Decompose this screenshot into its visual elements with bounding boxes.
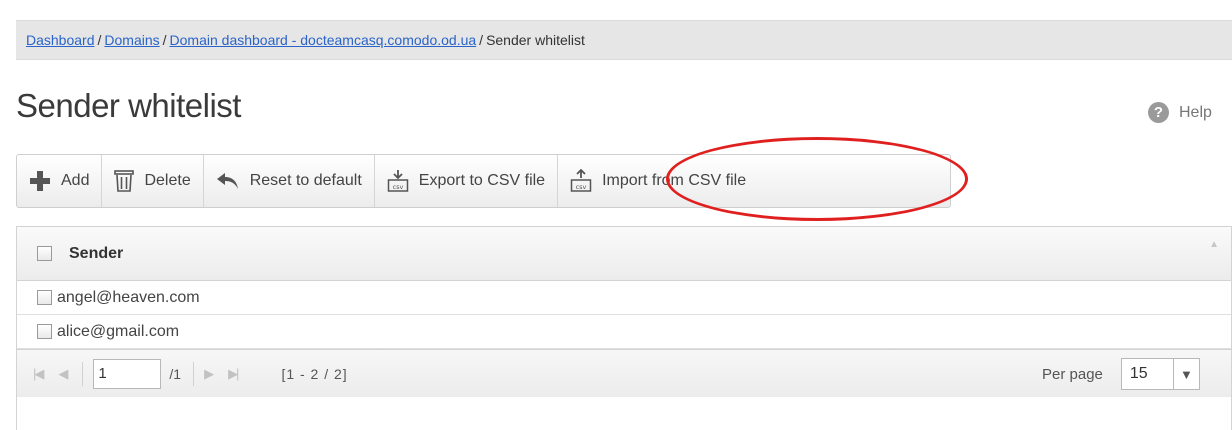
next-page-icon[interactable]: ▶ xyxy=(204,366,214,382)
help-link[interactable]: ? Help xyxy=(1148,102,1212,123)
first-page-icon[interactable]: |◀ xyxy=(33,366,44,382)
toolbar: Add Delete Reset to default csv Export t… xyxy=(16,154,951,208)
page-number-input[interactable] xyxy=(93,358,162,389)
table-row[interactable]: alice@gmail.com xyxy=(17,315,1231,349)
chevron-down-icon[interactable]: ▼ xyxy=(1172,359,1199,389)
breadcrumb-separator: / xyxy=(97,32,102,48)
add-button[interactable]: Add xyxy=(17,155,103,207)
import-label: Import from CSV file xyxy=(602,172,747,189)
pagination-bar: |◀ ◀ /1 ▶ ▶| [1 - 2 / 2] Per page 15 ▼ xyxy=(17,349,1231,397)
sender-cell: angel@heaven.com xyxy=(57,288,200,306)
csv-export-icon: csv xyxy=(387,170,409,192)
delete-button[interactable]: Delete xyxy=(102,155,204,207)
per-page-label: Per page xyxy=(1042,365,1103,383)
svg-text:csv: csv xyxy=(576,183,587,191)
export-label: Export to CSV file xyxy=(418,172,546,189)
per-page-control: Per page 15 ▼ xyxy=(1042,358,1200,390)
breadcrumb: Dashboard / Domains / Domain dashboard -… xyxy=(16,20,1232,60)
sender-cell: alice@gmail.com xyxy=(57,322,180,340)
reset-to-default-button[interactable]: Reset to default xyxy=(204,155,375,207)
breadcrumb-current: Sender whitelist xyxy=(486,32,585,48)
help-label: Help xyxy=(1179,103,1212,121)
pager-divider xyxy=(82,361,84,386)
delete-label: Delete xyxy=(144,172,191,189)
breadcrumb-link-dashboard[interactable]: Dashboard xyxy=(26,32,95,48)
help-icon: ? xyxy=(1148,102,1169,123)
column-header-sender[interactable]: Sender xyxy=(69,245,123,263)
add-label: Add xyxy=(61,172,90,189)
record-range: [1 - 2 / 2] xyxy=(281,365,348,382)
row-checkbox[interactable] xyxy=(37,324,52,339)
trash-icon xyxy=(114,170,135,192)
table-row[interactable]: angel@heaven.com xyxy=(17,281,1231,315)
table-header: Sender ▲ xyxy=(17,227,1231,281)
breadcrumb-separator: / xyxy=(162,32,167,48)
undo-icon xyxy=(216,173,238,189)
per-page-value: 15 xyxy=(1129,365,1148,382)
svg-text:csv: csv xyxy=(392,183,403,191)
export-csv-button[interactable]: csv Export to CSV file xyxy=(375,155,559,207)
page-title: Sender whitelist xyxy=(16,87,241,124)
sender-table: Sender ▲ angel@heaven.com alice@gmail.co… xyxy=(16,226,1232,430)
row-checkbox[interactable] xyxy=(37,290,52,305)
import-csv-button[interactable]: csv Import from CSV file xyxy=(558,155,758,207)
breadcrumb-link-domain-dashboard[interactable]: Domain dashboard - docteamcasq.comodo.od… xyxy=(170,32,477,48)
last-page-icon[interactable]: ▶| xyxy=(228,366,239,382)
total-pages: /1 xyxy=(169,365,182,382)
sort-indicator-icon: ▲ xyxy=(1209,239,1219,250)
plus-icon xyxy=(30,171,50,191)
per-page-select[interactable]: 15 ▼ xyxy=(1120,358,1200,390)
previous-page-icon[interactable]: ◀ xyxy=(58,366,68,382)
reset-label: Reset to default xyxy=(249,172,362,189)
breadcrumb-separator: / xyxy=(479,32,484,48)
csv-import-icon: csv xyxy=(570,169,592,192)
select-all-checkbox[interactable] xyxy=(37,246,52,261)
pager-divider xyxy=(193,361,195,386)
breadcrumb-link-domains[interactable]: Domains xyxy=(104,32,159,48)
